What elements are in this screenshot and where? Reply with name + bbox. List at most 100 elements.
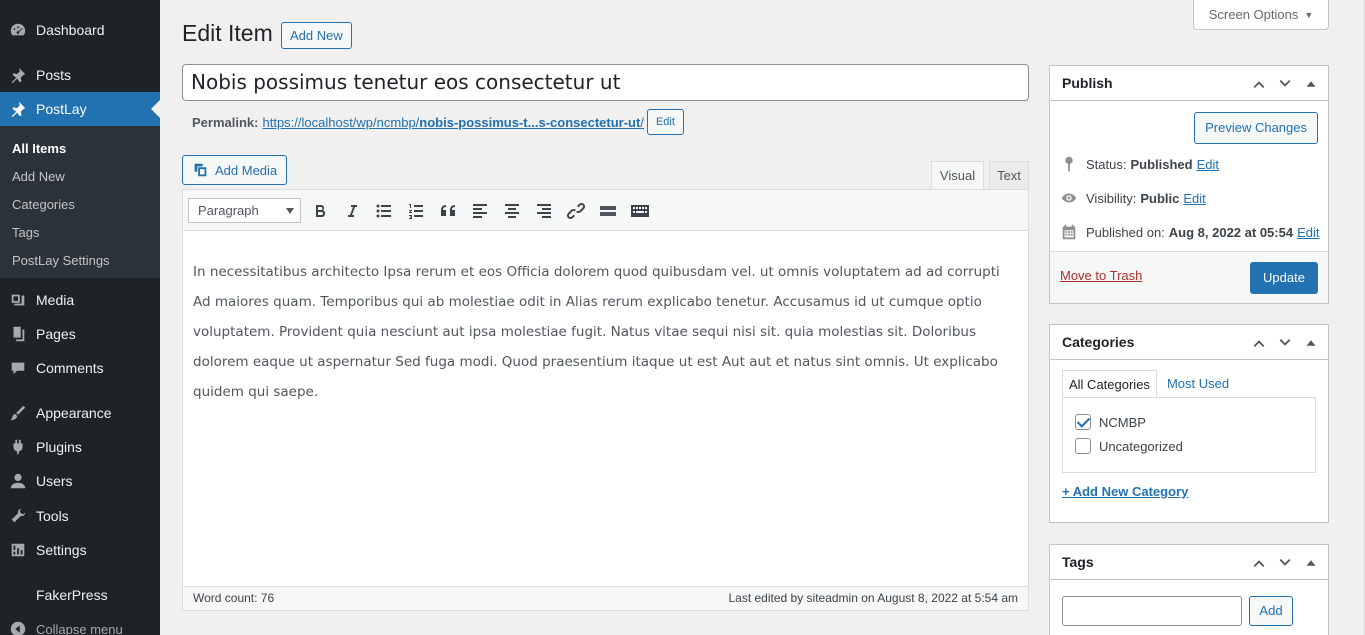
add-media-button[interactable]: Add Media (182, 155, 287, 185)
admin-menu: Dashboard Posts PostLay All Items Add Ne… (0, 0, 160, 635)
bulleted-list-icon[interactable] (371, 198, 397, 224)
permalink-slug: nobis-possimus-t...s-consectetur-ut (419, 114, 641, 130)
move-to-trash-link[interactable]: Move to Trash (1060, 268, 1142, 283)
menu-fakerpress[interactable]: FakerPress (0, 578, 160, 612)
permalink-trail: / (640, 114, 644, 130)
publish-box: Publish Preview Changes Status: Publishe… (1049, 65, 1329, 304)
permalink-label: Permalink: (192, 114, 259, 130)
categories-header: Categories (1050, 325, 1328, 360)
menu-dashboard[interactable]: Dashboard (0, 13, 160, 47)
chevron-down-icon[interactable] (1276, 75, 1294, 93)
submenu-tags[interactable]: Tags (0, 219, 160, 247)
chevron-up-icon[interactable] (1250, 75, 1268, 93)
add-tag-button[interactable]: Add (1249, 596, 1293, 626)
publish-title: Publish (1062, 75, 1113, 91)
visibility-edit-link[interactable]: Edit (1183, 191, 1205, 206)
editor-toolbar: Paragraph (183, 190, 1028, 231)
category-checkbox[interactable] (1075, 414, 1091, 430)
menu-users[interactable]: Users (0, 464, 160, 498)
menu-postlay[interactable]: PostLay (0, 92, 160, 126)
menu-appearance[interactable]: Appearance (0, 396, 160, 430)
link-icon[interactable] (563, 198, 589, 224)
category-item[interactable]: Uncategorized (1075, 436, 1183, 456)
read-more-icon[interactable] (595, 198, 621, 224)
add-media-icon (194, 163, 207, 177)
pages-icon (0, 325, 36, 343)
page-title: Edit Item (182, 20, 273, 46)
post-title-input[interactable]: Nobis possimus tenetur eos consectetur u… (182, 64, 1029, 101)
brush-icon (0, 404, 36, 422)
user-icon (0, 472, 36, 490)
editor-content[interactable]: In necessitatibus architecto Ipsa rerum … (193, 257, 1013, 407)
preview-changes-button[interactable]: Preview Changes (1194, 112, 1318, 144)
word-count: Word count: 76 (193, 591, 275, 605)
eye-icon (1060, 189, 1078, 207)
submenu-add-new[interactable]: Add New (0, 163, 160, 191)
tags-header: Tags (1050, 545, 1328, 580)
submenu-postlay-settings[interactable]: PostLay Settings (0, 247, 160, 275)
format-select[interactable]: Paragraph (188, 198, 301, 223)
published-label: Published on: (1086, 224, 1165, 240)
align-left-icon[interactable] (467, 198, 493, 224)
permalink-link[interactable]: https://localhost/wp/ncmbp/nobis-possimu… (262, 115, 643, 130)
align-center-icon[interactable] (499, 198, 525, 224)
triangle-up-icon[interactable] (1302, 75, 1320, 93)
menu-label: Plugins (36, 439, 82, 455)
submenu-categories[interactable]: Categories (0, 191, 160, 219)
visibility-row: Visibility: Public Edit (1060, 187, 1206, 209)
media-icon (0, 291, 36, 309)
triangle-up-icon[interactable] (1302, 554, 1320, 572)
chevron-down-icon[interactable] (1276, 334, 1294, 352)
menu-comments[interactable]: Comments (0, 351, 160, 385)
tab-visual[interactable]: Visual (931, 161, 984, 190)
menu-label: Media (36, 292, 75, 308)
italic-icon[interactable] (339, 198, 365, 224)
toolbar-toggle-icon[interactable] (627, 198, 653, 224)
box-controls (1250, 325, 1320, 360)
publish-header: Publish (1050, 66, 1328, 101)
editor-status-bar: Word count: 76 Last edited by siteadmin … (183, 586, 1028, 610)
screen-options-button[interactable]: Screen Options ▼ (1193, 0, 1329, 30)
permalink-edit-button[interactable]: Edit (646, 109, 684, 135)
tab-text[interactable]: Text (989, 161, 1029, 190)
chevron-up-icon[interactable] (1250, 334, 1268, 352)
menu-label: Collapse menu (36, 621, 123, 635)
tag-input[interactable] (1062, 596, 1242, 626)
menu-pages[interactable]: Pages (0, 317, 160, 351)
menu-tools[interactable]: Tools (0, 499, 160, 533)
chevron-up-icon[interactable] (1250, 554, 1268, 572)
bold-icon[interactable] (307, 198, 333, 224)
blockquote-icon[interactable] (435, 198, 461, 224)
menu-plugins[interactable]: Plugins (0, 430, 160, 464)
menu-posts[interactable]: Posts (0, 58, 160, 92)
menu-label: Tools (36, 508, 69, 524)
category-label: Uncategorized (1099, 438, 1183, 454)
status-edit-link[interactable]: Edit (1197, 157, 1219, 172)
update-button[interactable]: Update (1250, 262, 1318, 294)
category-checkbox[interactable] (1075, 438, 1091, 454)
categories-box: Categories All Categories Most Used NCMB… (1049, 324, 1329, 523)
permalink: Permalink: https://localhost/wp/ncmbp/no… (192, 109, 684, 135)
published-on-row: Published on: Aug 8, 2022 at 05:54 Edit (1060, 221, 1319, 243)
category-item[interactable]: NCMBP (1075, 412, 1146, 432)
status-row: Status: Published Edit (1060, 153, 1219, 175)
collapse-icon (0, 620, 36, 635)
submenu-all-items[interactable]: All Items (0, 135, 160, 163)
collapse-menu-button[interactable]: Collapse menu (0, 612, 160, 635)
add-new-button[interactable]: Add New (281, 22, 352, 49)
tags-title: Tags (1062, 554, 1094, 570)
postlay-submenu: All Items Add New Categories Tags PostLa… (0, 126, 160, 278)
published-edit-link[interactable]: Edit (1297, 225, 1319, 240)
tab-most-used[interactable]: Most Used (1157, 370, 1235, 398)
numbered-list-icon[interactable] (403, 198, 429, 224)
add-new-category-link[interactable]: + Add New Category (1062, 484, 1188, 499)
tab-all-categories[interactable]: All Categories (1062, 370, 1157, 398)
menu-label: Posts (36, 67, 72, 83)
menu-settings[interactable]: Settings (0, 533, 160, 567)
permalink-base: https://localhost/wp/ncmbp/ (262, 114, 420, 130)
menu-label: PostLay (36, 101, 87, 117)
menu-media[interactable]: Media (0, 283, 160, 317)
triangle-up-icon[interactable] (1302, 334, 1320, 352)
align-right-icon[interactable] (531, 198, 557, 224)
chevron-down-icon[interactable] (1276, 554, 1294, 572)
